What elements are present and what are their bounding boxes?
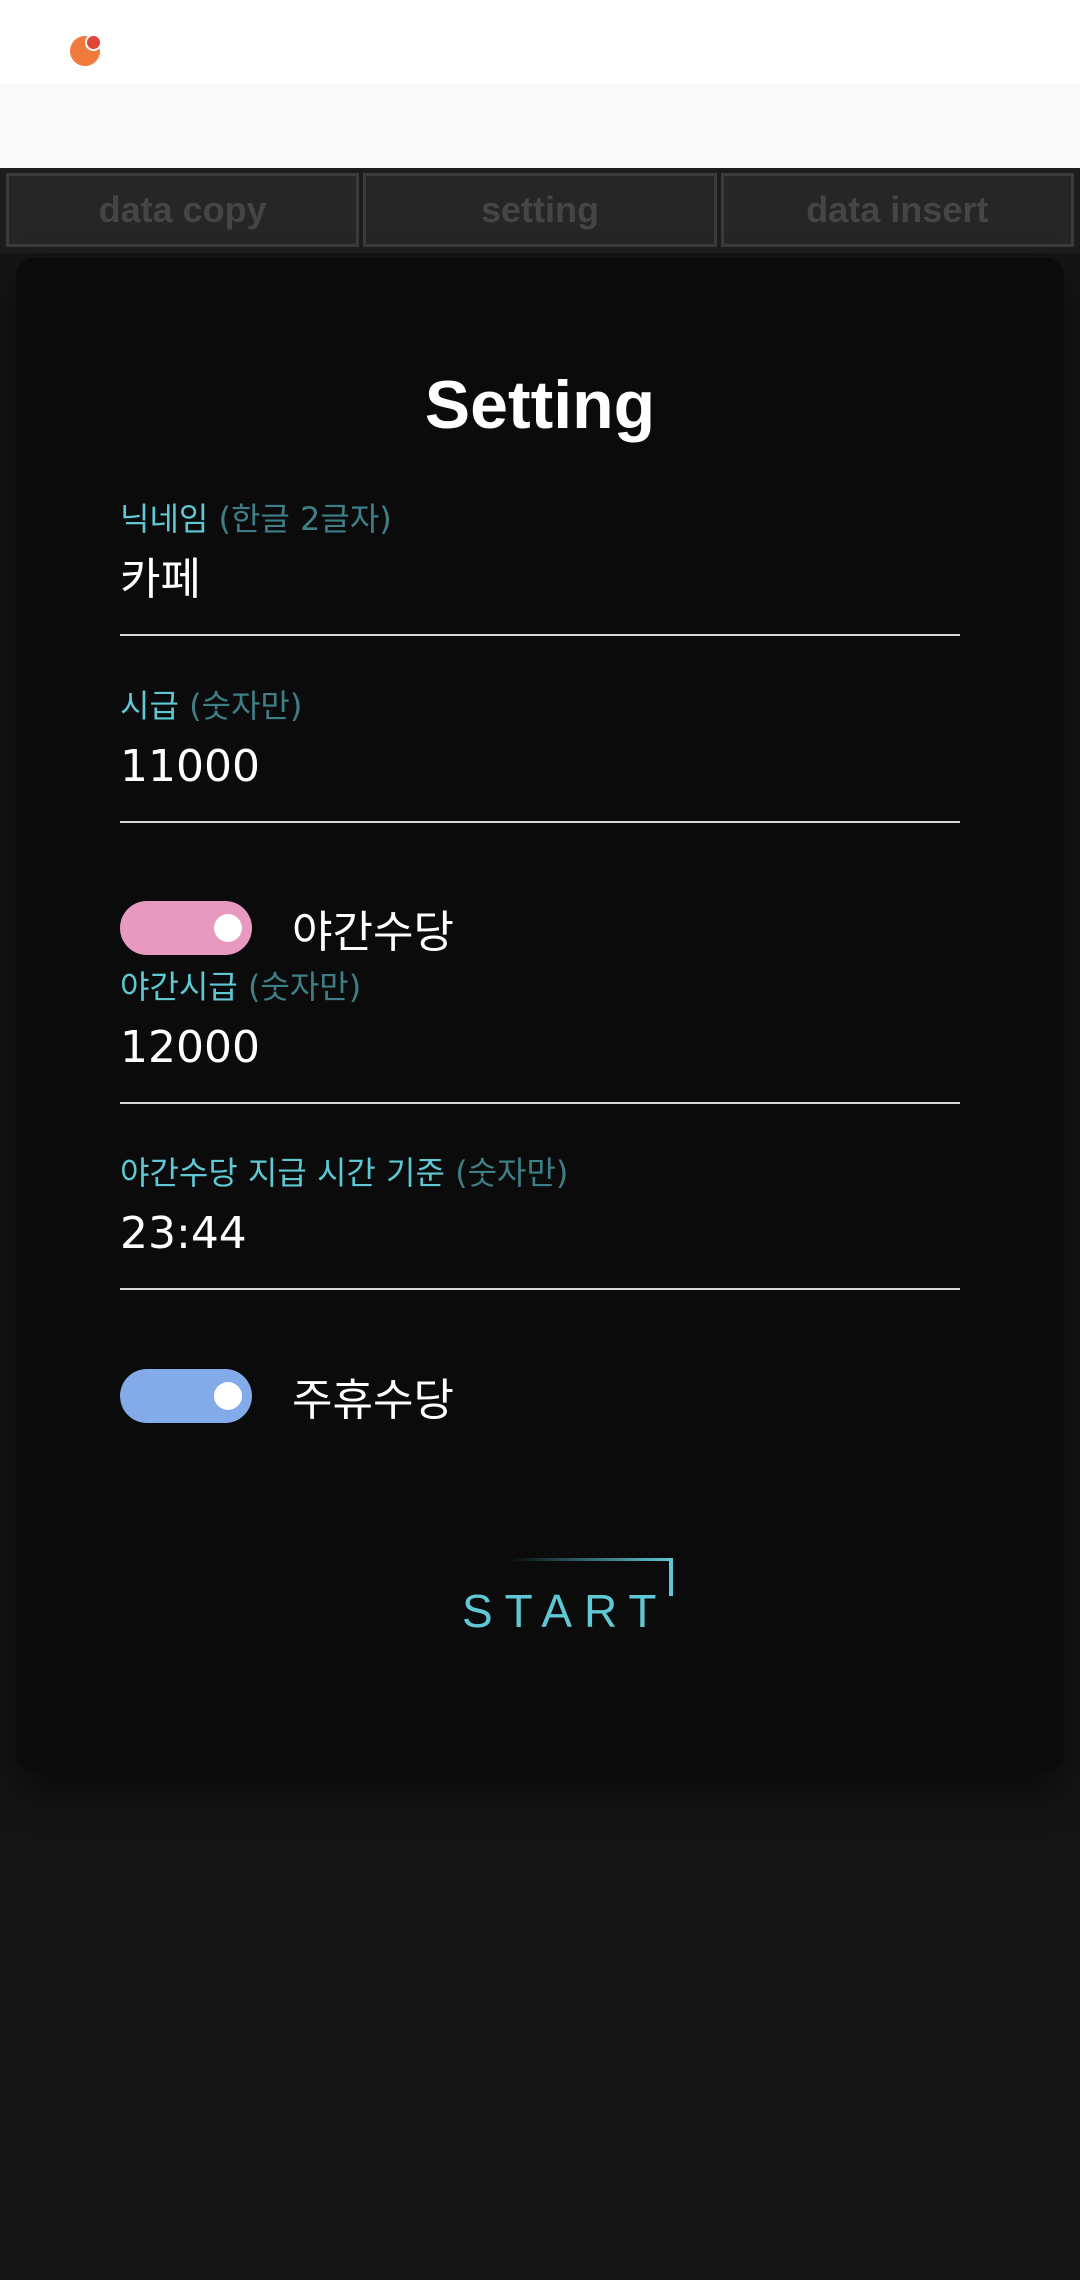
hourly-wage-underline xyxy=(120,821,960,823)
tab-bar: data copy setting data insert xyxy=(0,168,1080,253)
status-bar xyxy=(0,0,1080,84)
nickname-label-text: 닉네임 xyxy=(120,500,209,538)
night-wage-label: 야간시급 (숫자만) xyxy=(120,962,960,1008)
night-wage-label-text: 야간시급 xyxy=(120,968,238,1006)
nickname-underline xyxy=(120,634,960,636)
tab-data-copy[interactable]: data copy xyxy=(6,173,360,247)
settings-card: Setting 닉네임 (한글 2글자) 카페 시급 (숫자만) 11000 야… xyxy=(16,258,1064,1772)
start-label: START xyxy=(462,1585,669,1637)
hourly-wage-field[interactable]: 시급 (숫자만) 11000 xyxy=(120,681,960,823)
night-time-input[interactable]: 23:44 xyxy=(120,1202,960,1266)
night-time-label-text: 야간수당 지급 시간 기준 xyxy=(120,1154,445,1192)
switch-knob xyxy=(214,1382,242,1410)
nickname-hint: (한글 2글자) xyxy=(218,500,392,538)
night-time-label: 야간수당 지급 시간 기준 (숫자만) xyxy=(120,1148,960,1194)
hourly-wage-hint: (숫자만) xyxy=(189,687,303,725)
app-bar xyxy=(0,84,1080,168)
hourly-wage-input[interactable]: 11000 xyxy=(120,735,960,799)
night-wage-underline xyxy=(120,1102,960,1104)
start-button[interactable]: START xyxy=(440,1558,720,1678)
hourly-wage-label: 시급 (숫자만) xyxy=(120,681,960,727)
night-wage-input[interactable]: 12000 xyxy=(120,1016,960,1080)
weekly-allowance-toggle-row[interactable]: 주휴수당 xyxy=(120,1364,454,1428)
night-time-underline xyxy=(120,1288,960,1290)
night-allowance-toggle-row[interactable]: 야간수당 xyxy=(120,896,454,960)
night-allowance-label: 야간수당 xyxy=(292,907,454,958)
hourly-wage-label-text: 시급 xyxy=(120,687,179,725)
switch-knob xyxy=(214,914,242,942)
page-title: Setting xyxy=(424,367,656,443)
night-time-hint: (숫자만) xyxy=(455,1154,569,1192)
start-accent-line xyxy=(510,1558,672,1561)
nickname-field[interactable]: 닉네임 (한글 2글자) 카페 xyxy=(120,494,960,636)
nickname-label: 닉네임 (한글 2글자) xyxy=(120,494,960,540)
night-wage-hint: (숫자만) xyxy=(247,968,362,1006)
night-wage-field[interactable]: 야간시급 (숫자만) 12000 xyxy=(120,962,960,1104)
notification-icon xyxy=(70,34,102,66)
nickname-input[interactable]: 카페 xyxy=(120,548,960,612)
night-allowance-switch[interactable] xyxy=(120,901,252,955)
weekly-allowance-label: 주휴수당 xyxy=(292,1375,454,1426)
weekly-allowance-switch[interactable] xyxy=(120,1369,252,1423)
night-time-field[interactable]: 야간수당 지급 시간 기준 (숫자만) 23:44 xyxy=(120,1148,960,1290)
tab-data-insert[interactable]: data insert xyxy=(720,173,1074,247)
tab-setting[interactable]: setting xyxy=(363,173,717,247)
